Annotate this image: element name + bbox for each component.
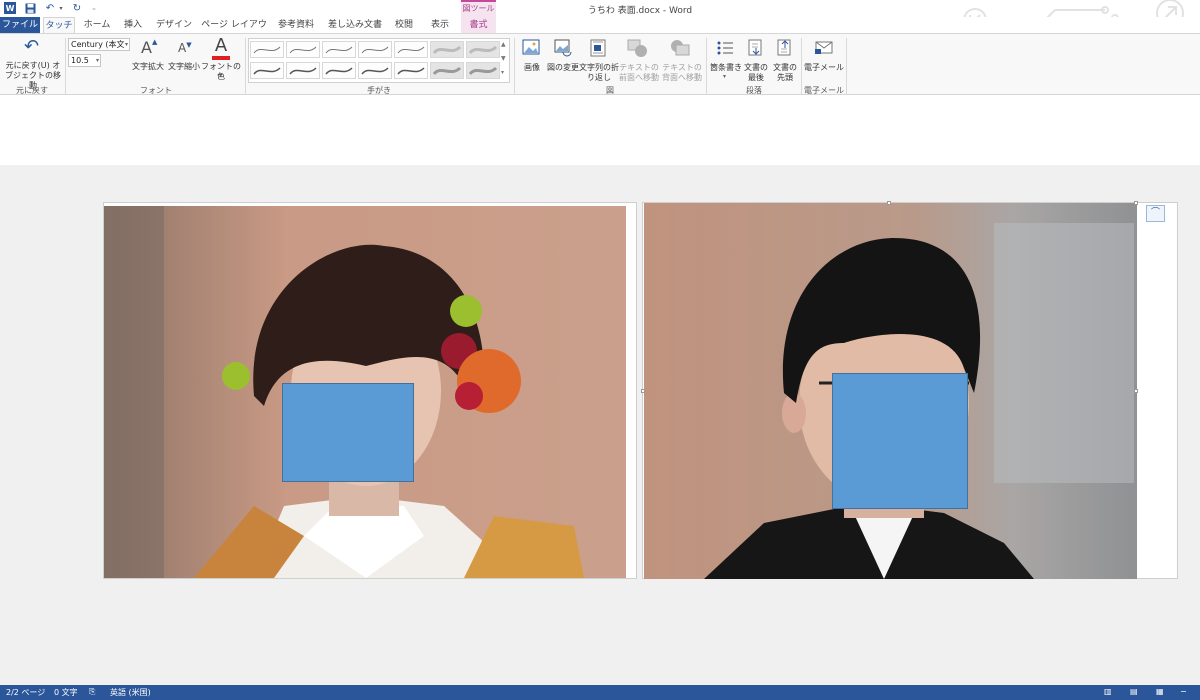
face-mask-shape[interactable] (282, 383, 414, 482)
gallery-scroll-up-icon[interactable]: ▲ (501, 41, 506, 48)
font-color-icon: A (212, 36, 230, 60)
font-size-value: 10.5 (71, 56, 89, 65)
zoom-out-icon[interactable]: − (1180, 687, 1187, 696)
page-top-margin (0, 95, 1200, 165)
group-separator (846, 38, 847, 94)
pen-style-1[interactable] (250, 41, 284, 58)
picture-tools-header: 図ツール (461, 0, 496, 17)
group-separator (65, 38, 66, 94)
picture-icon (522, 39, 540, 55)
title-bar: W ↶ ▾ ↻ ₌ 図ツール うちわ 表面.docx - Word (0, 0, 1200, 32)
font-color-dropdown-icon[interactable]: ▾ (219, 72, 222, 79)
bullets-button[interactable]: 箇条書き (707, 63, 745, 73)
change-picture-button[interactable]: 図の変更 (546, 63, 580, 73)
pen-style-5[interactable] (394, 41, 428, 58)
document-start-icon (777, 39, 791, 56)
read-mode-icon[interactable]: ▥ (1104, 687, 1112, 696)
tab-review[interactable]: 校閲 (392, 17, 416, 33)
bullets-icon (717, 41, 733, 55)
undo-dropdown-icon[interactable]: ▾ (55, 2, 67, 14)
bullets-dropdown-icon[interactable]: ▾ (723, 73, 726, 80)
shrink-font-button[interactable]: 文字縮小 (166, 62, 202, 72)
pen-style-10[interactable] (394, 62, 428, 79)
selection-handle[interactable] (1134, 201, 1138, 205)
insert-picture-button[interactable]: 画像 (518, 63, 546, 73)
tab-view[interactable]: 表示 (426, 17, 454, 33)
undo-large-icon: ↶ (24, 36, 40, 57)
save-icon[interactable] (24, 2, 36, 14)
redo-icon[interactable]: ↻ (71, 2, 83, 14)
tab-page-layout[interactable]: ページ レイアウト (200, 17, 268, 46)
email-button[interactable]: 電子メール (804, 63, 844, 73)
pen-style-3[interactable] (322, 41, 356, 58)
tab-touch[interactable]: タッチ (43, 17, 75, 33)
group-separator (801, 38, 802, 94)
font-name-value: Century (本文 (71, 40, 125, 49)
bring-in-front-of-text-button[interactable]: テキストの前面へ移動 (618, 63, 660, 83)
pen-style-4[interactable] (358, 41, 392, 58)
email-icon (815, 41, 833, 54)
highlighter-style-1[interactable] (430, 41, 464, 58)
pen-style-2[interactable] (286, 41, 320, 58)
page-count[interactable]: 2/2 ページ (6, 687, 45, 698)
send-backward-icon (671, 40, 690, 56)
selection-handle[interactable] (1134, 389, 1138, 393)
ribbon-tab-bar: ファイル タッチ ホーム 挿入 デザイン ページ レイアウト 参考資料 差し込み… (0, 17, 1200, 46)
wrap-text-button[interactable]: 文字列の折り返し (579, 63, 619, 83)
document-end-icon (748, 39, 762, 56)
group-separator (245, 38, 246, 94)
tab-format[interactable]: 書式 (461, 17, 496, 33)
chevron-down-icon: ▾ (124, 41, 128, 48)
highlighter-style-4[interactable] (466, 62, 500, 79)
change-picture-icon (554, 39, 572, 57)
font-size-combo[interactable]: 10.5 ▾ (68, 54, 101, 67)
grow-font-icon: A▲ (141, 38, 158, 57)
go-to-document-end-button[interactable]: 文書の最後 (742, 63, 770, 83)
send-behind-text-button[interactable]: テキストの背面へ移動 (660, 63, 704, 83)
bring-forward-icon (627, 39, 647, 57)
document-canvas[interactable]: ⌒ (0, 95, 1200, 685)
tab-references[interactable]: 参考資料 (274, 17, 318, 33)
highlighter-style-3[interactable] (430, 62, 464, 79)
language-indicator[interactable]: 英語 (米国) (110, 687, 151, 698)
pen-style-6[interactable] (250, 62, 284, 79)
shrink-font-icon: A▼ (178, 41, 192, 55)
tab-file[interactable]: ファイル (0, 17, 40, 33)
pen-style-9[interactable] (358, 62, 392, 79)
go-to-document-start-button[interactable]: 文書の先頭 (771, 63, 799, 83)
pen-style-7[interactable] (286, 62, 320, 79)
tab-home[interactable]: ホーム (80, 17, 114, 33)
word-count[interactable]: 0 文字 (54, 687, 78, 698)
tab-design[interactable]: デザイン (154, 17, 194, 33)
tab-insert[interactable]: 挿入 (118, 17, 148, 33)
selection-handle[interactable] (641, 389, 645, 393)
customize-qat-icon[interactable]: ₌ (88, 2, 100, 14)
chevron-down-icon: ▾ (95, 57, 99, 64)
word-app-icon[interactable]: W (4, 2, 16, 14)
group-separator (514, 38, 515, 94)
pen-style-8[interactable] (322, 62, 356, 79)
wrap-text-icon (590, 39, 606, 57)
web-layout-icon[interactable]: ▦ (1156, 687, 1164, 696)
gallery-more-icon[interactable]: ▾ (501, 69, 504, 76)
ink-pen-gallery[interactable]: ▲ ▼ ▾ (248, 38, 510, 83)
grow-font-button[interactable]: 文字拡大 (130, 62, 166, 72)
face-mask-shape[interactable] (832, 373, 968, 509)
proofing-icon[interactable]: ⎘ (89, 687, 95, 697)
layout-options-icon[interactable]: ⌒ (1146, 205, 1165, 222)
gallery-scroll-down-icon[interactable]: ▼ (501, 55, 506, 62)
ribbon: ↶ 元に戻す(U) オブジェクトの移動 元に戻す Century (本文 ▾ 10… (0, 33, 1200, 95)
highlighter-style-2[interactable] (466, 41, 500, 58)
status-bar: 2/2 ページ 0 文字 ⎘ 英語 (米国) ▥ ▤ ▦ − (0, 685, 1200, 700)
selection-handle[interactable] (887, 201, 891, 205)
tab-mailings[interactable]: 差し込み文書 (326, 17, 384, 33)
font-name-combo[interactable]: Century (本文 ▾ (68, 38, 130, 51)
print-layout-icon[interactable]: ▤ (1130, 687, 1138, 696)
